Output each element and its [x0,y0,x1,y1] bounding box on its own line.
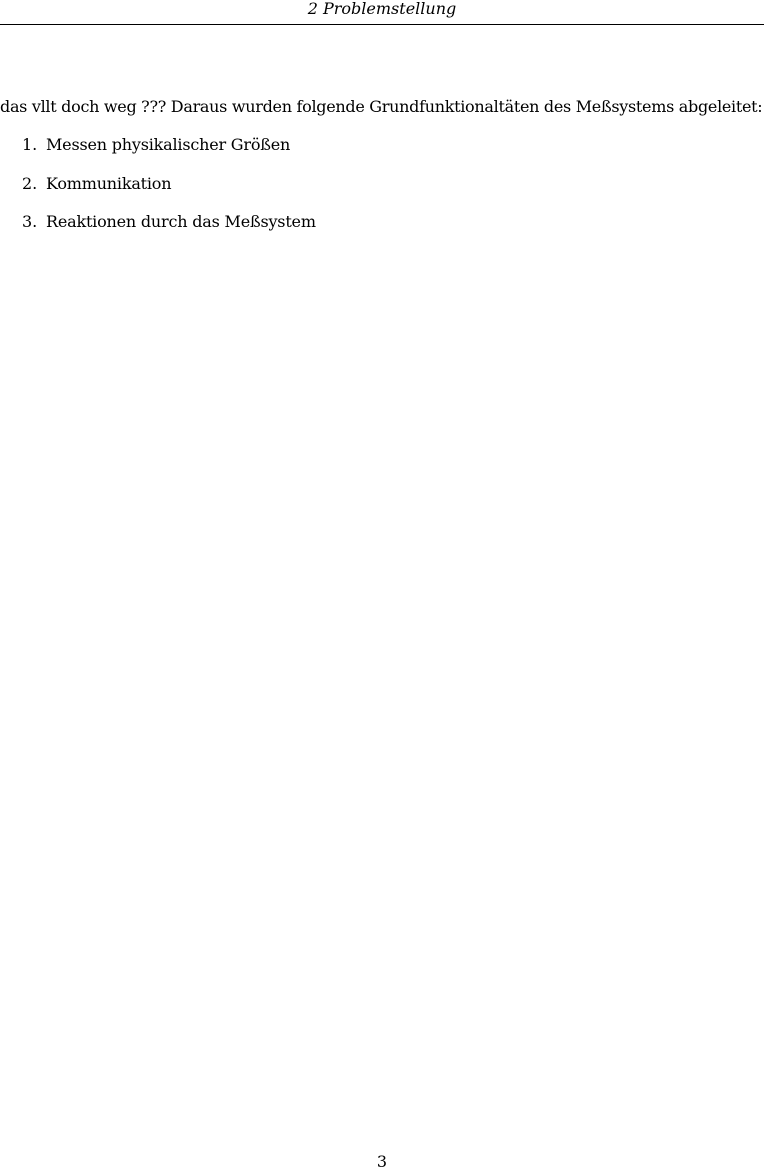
running-header-title: 2 Problemstellung [307,0,457,18]
list-item-text: Reaktionen durch das Meßsystem [46,212,316,231]
page-number: 3 [376,1152,388,1171]
list-item-text: Messen physikalischer Größen [46,135,291,154]
running-header: 2 Problemstellung [0,0,764,25]
body-paragraph: das vllt doch weg ??? Daraus wurden folg… [0,97,763,116]
list-item-text: Kommunikation [46,173,172,193]
list-item-number: 2. [22,173,38,193]
list-item-number: 3. [22,212,38,231]
list-item-number: 1. [22,135,38,154]
